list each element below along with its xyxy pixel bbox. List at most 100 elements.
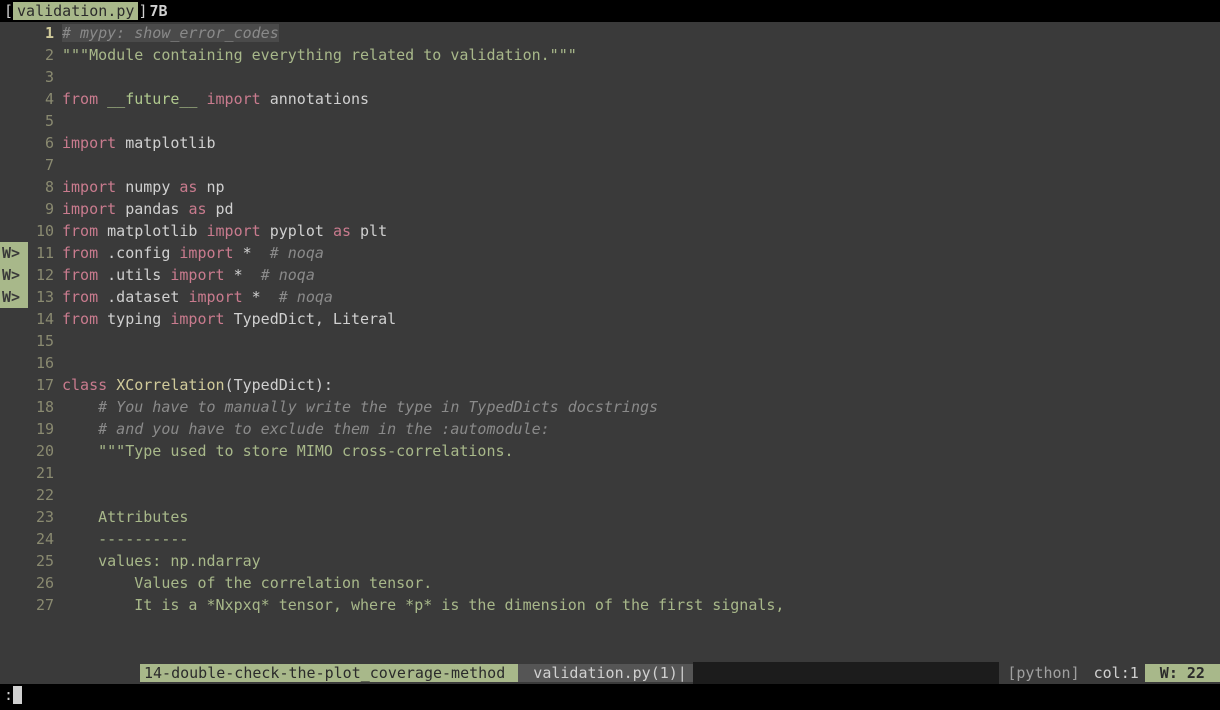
code-line[interactable]: 1# mypy: show_error_codes xyxy=(0,22,1220,44)
code-line[interactable]: 4from __future__ import annotations xyxy=(0,88,1220,110)
cursor xyxy=(13,686,22,704)
code-content[interactable]: # and you have to exclude them in the :a… xyxy=(62,418,1220,440)
code-line[interactable]: 15 xyxy=(0,330,1220,352)
code-line[interactable]: W>11from .config import * # noqa xyxy=(0,242,1220,264)
sign-column xyxy=(0,22,28,44)
command-line[interactable]: : xyxy=(0,684,1220,706)
code-content[interactable]: """Module containing everything related … xyxy=(62,44,1220,66)
code-content[interactable]: values: np.ndarray xyxy=(62,550,1220,572)
sign-column xyxy=(0,572,28,594)
code-content[interactable]: Attributes xyxy=(62,506,1220,528)
status-file: validation.py(1)| xyxy=(518,664,693,682)
status-col: col:1 xyxy=(1088,664,1145,682)
code-line[interactable]: 19 # and you have to exclude them in the… xyxy=(0,418,1220,440)
code-content[interactable]: from .utils import * # noqa xyxy=(62,264,1220,286)
sign-column xyxy=(0,220,28,242)
code-content[interactable] xyxy=(62,462,1220,484)
code-line[interactable]: 8import numpy as np xyxy=(0,176,1220,198)
line-number: 23 xyxy=(28,506,62,528)
code-content[interactable]: import matplotlib xyxy=(62,132,1220,154)
sign-column xyxy=(0,198,28,220)
code-content[interactable] xyxy=(62,352,1220,374)
code-content[interactable]: Values of the correlation tensor. xyxy=(62,572,1220,594)
sign-column: W> xyxy=(0,264,28,286)
code-content[interactable]: import pandas as pd xyxy=(62,198,1220,220)
line-number: 12 xyxy=(28,264,62,286)
code-editor[interactable]: 1# mypy: show_error_codes2"""Module cont… xyxy=(0,22,1220,662)
code-line[interactable]: 7 xyxy=(0,154,1220,176)
code-content[interactable]: from matplotlib import pyplot as plt xyxy=(62,220,1220,242)
sign-column xyxy=(0,66,28,88)
code-content[interactable]: ---------- xyxy=(62,528,1220,550)
line-number: 8 xyxy=(28,176,62,198)
code-line[interactable]: 10from matplotlib import pyplot as plt xyxy=(0,220,1220,242)
code-content[interactable]: from .dataset import * # noqa xyxy=(62,286,1220,308)
code-content[interactable]: from .config import * # noqa xyxy=(62,242,1220,264)
line-number: 10 xyxy=(28,220,62,242)
code-line[interactable]: 17class XCorrelation(TypedDict): xyxy=(0,374,1220,396)
code-line[interactable]: 9import pandas as pd xyxy=(0,198,1220,220)
sign-column xyxy=(0,528,28,550)
line-number: 3 xyxy=(28,66,62,88)
sign-column xyxy=(0,550,28,572)
code-content[interactable] xyxy=(62,110,1220,132)
code-content[interactable]: It is a *Nxpxq* tensor, where *p* is the… xyxy=(62,594,1220,616)
code-line[interactable]: 24 ---------- xyxy=(0,528,1220,550)
sign-column xyxy=(0,506,28,528)
tab-suffix: 7B xyxy=(147,2,167,20)
sign-column xyxy=(0,594,28,616)
line-number: 18 xyxy=(28,396,62,418)
code-content[interactable] xyxy=(62,154,1220,176)
tab-active[interactable]: validation.py xyxy=(13,2,138,20)
code-content[interactable]: from typing import TypedDict, Literal xyxy=(62,308,1220,330)
sign-column xyxy=(0,418,28,440)
code-content[interactable] xyxy=(62,484,1220,506)
sign-column xyxy=(0,154,28,176)
code-content[interactable]: # You have to manually write the type in… xyxy=(62,396,1220,418)
code-line[interactable]: 14from typing import TypedDict, Literal xyxy=(0,308,1220,330)
code-content[interactable] xyxy=(62,66,1220,88)
sign-column xyxy=(0,44,28,66)
code-line[interactable]: 23 Attributes xyxy=(0,506,1220,528)
line-number: 2 xyxy=(28,44,62,66)
line-number: 4 xyxy=(28,88,62,110)
status-warnings: W: 22 xyxy=(1145,664,1220,682)
code-line[interactable]: 2"""Module containing everything related… xyxy=(0,44,1220,66)
code-line[interactable]: 25 values: np.ndarray xyxy=(0,550,1220,572)
line-number: 22 xyxy=(28,484,62,506)
code-line[interactable]: 3 xyxy=(0,66,1220,88)
code-content[interactable]: import numpy as np xyxy=(62,176,1220,198)
status-spacer xyxy=(693,662,1000,684)
code-line[interactable]: 21 xyxy=(0,462,1220,484)
code-content[interactable]: """Type used to store MIMO cross-correla… xyxy=(62,440,1220,462)
code-line[interactable]: 18 # You have to manually write the type… xyxy=(0,396,1220,418)
line-number: 24 xyxy=(28,528,62,550)
command-prompt: : xyxy=(4,686,13,704)
line-number: 25 xyxy=(28,550,62,572)
code-line[interactable]: 6import matplotlib xyxy=(0,132,1220,154)
sign-column xyxy=(0,308,28,330)
code-content[interactable]: class XCorrelation(TypedDict): xyxy=(62,374,1220,396)
code-line[interactable]: 22 xyxy=(0,484,1220,506)
line-number: 9 xyxy=(28,198,62,220)
code-line[interactable]: 16 xyxy=(0,352,1220,374)
code-content[interactable]: from __future__ import annotations xyxy=(62,88,1220,110)
code-line[interactable]: 5 xyxy=(0,110,1220,132)
code-line[interactable]: 26 Values of the correlation tensor. xyxy=(0,572,1220,594)
line-number: 16 xyxy=(28,352,62,374)
code-line[interactable]: W>13from .dataset import * # noqa xyxy=(0,286,1220,308)
line-number: 14 xyxy=(28,308,62,330)
code-line[interactable]: W>12from .utils import * # noqa xyxy=(0,264,1220,286)
line-number: 11 xyxy=(28,242,62,264)
sign-column xyxy=(0,88,28,110)
line-number: 17 xyxy=(28,374,62,396)
sign-column xyxy=(0,132,28,154)
code-line[interactable]: 20 """Type used to store MIMO cross-corr… xyxy=(0,440,1220,462)
code-content[interactable] xyxy=(62,330,1220,352)
status-filetype: [python] xyxy=(999,664,1087,682)
code-line[interactable]: 27 It is a *Nxpxq* tensor, where *p* is … xyxy=(0,594,1220,616)
sign-column xyxy=(0,374,28,396)
tab-bracket-open: [ xyxy=(4,2,13,20)
code-content[interactable]: # mypy: show_error_codes xyxy=(62,22,1220,44)
status-line: 14-double-check-the-plot_coverage-method… xyxy=(0,662,1220,684)
